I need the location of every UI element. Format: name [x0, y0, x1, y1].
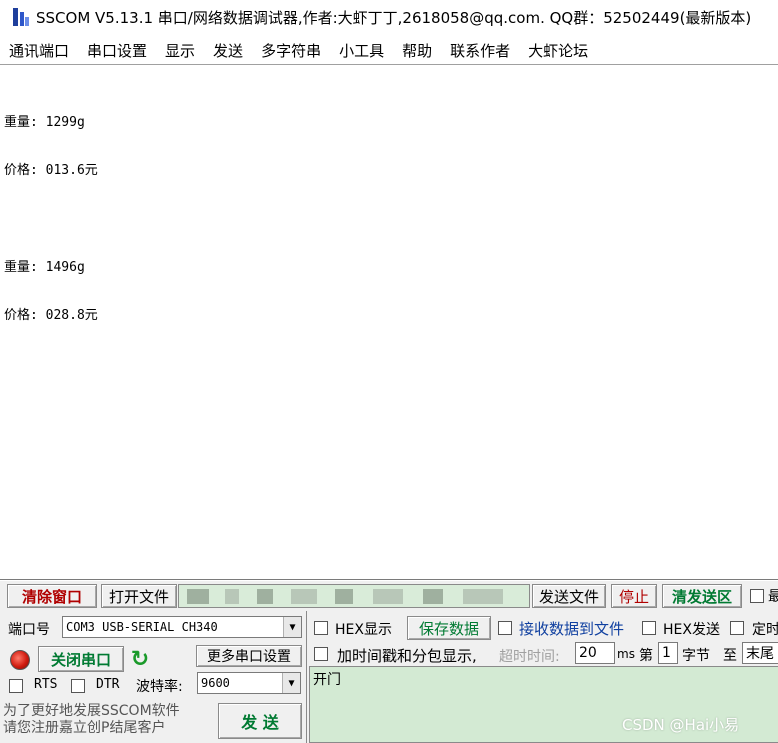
- promo-line: 请您注册嘉立创P结尾客户: [3, 720, 166, 736]
- menu-send[interactable]: 发送: [204, 40, 252, 61]
- stop-button[interactable]: 停止: [611, 584, 657, 608]
- open-file-button[interactable]: 打开文件: [101, 584, 177, 608]
- save-data-button[interactable]: 保存数据: [407, 616, 491, 640]
- more-port-settings-button[interactable]: 更多串口设置: [196, 645, 302, 667]
- receive-line: 价格: 013.6元: [4, 163, 98, 178]
- hex-display-checkbox[interactable]: [314, 621, 328, 635]
- byte-index-prefix: 第: [639, 648, 653, 664]
- byte-index-input[interactable]: 1: [658, 642, 678, 664]
- receive-line: 重量: 1496g: [4, 260, 85, 275]
- watermark: CSDN @Hai小易: [622, 716, 740, 734]
- timeout-input[interactable]: 20: [575, 642, 615, 664]
- menu-comm-port[interactable]: 通讯端口: [0, 40, 78, 61]
- promo-line: 为了更好地发展SSCOM软件: [3, 703, 180, 719]
- port-status-icon: [10, 650, 30, 670]
- file-path-field[interactable]: [178, 584, 530, 608]
- chevron-down-icon[interactable]: ▼: [282, 673, 300, 693]
- send-file-button[interactable]: 发送文件: [532, 584, 606, 608]
- receive-to-file-label: 接收数据到文件: [519, 620, 625, 638]
- baud-label: 波特率:: [136, 679, 183, 695]
- app-icon: [10, 6, 32, 28]
- baud-select-value: 9600: [201, 676, 230, 690]
- dtr-checkbox[interactable]: [71, 679, 85, 693]
- hex-send-label: HEX发送: [663, 622, 720, 638]
- byte-label: 字节: [682, 648, 710, 664]
- receive-line: 重量: 1299g: [4, 115, 85, 130]
- refresh-icon[interactable]: ↻: [128, 648, 152, 672]
- byte-index-value: 1: [662, 645, 671, 661]
- timestamp-label: 加时间戳和分包显示,: [337, 647, 477, 665]
- promo-text: 为了更好地发展SSCOM软件 请您注册嘉立创P结尾客户: [3, 703, 180, 737]
- dtr-label: DTR: [96, 677, 120, 692]
- timed-send-label: 定时: [752, 622, 778, 638]
- menu-multi-string[interactable]: 多字符串: [252, 40, 330, 61]
- file-toolbar: 清除窗口 打开文件 发送文件 停止 清发送区 最: [0, 581, 778, 611]
- title-bar: SSCOM V5.13.1 串口/网络数据调试器,作者:大虾丁丁,2618058…: [0, 0, 778, 34]
- cut-off-checkbox[interactable]: [750, 589, 764, 603]
- chevron-down-icon[interactable]: ▼: [283, 617, 301, 637]
- port-select[interactable]: COM3 USB-SERIAL CH340 ▼: [62, 616, 302, 638]
- menu-contact[interactable]: 联系作者: [441, 40, 519, 61]
- menu-tools[interactable]: 小工具: [330, 40, 393, 61]
- timed-send-checkbox[interactable]: [730, 621, 744, 635]
- timeout-label: 超时时间:: [499, 649, 560, 665]
- window-title: SSCOM V5.13.1 串口/网络数据调试器,作者:大虾丁丁,2618058…: [36, 8, 752, 27]
- receive-to-file-checkbox[interactable]: [498, 621, 512, 635]
- to-label: 至: [723, 648, 737, 664]
- timeout-value: 20: [579, 645, 597, 661]
- cut-off-label: 最: [768, 589, 778, 605]
- port-select-value: COM3 USB-SERIAL CH340: [66, 620, 218, 634]
- rts-checkbox[interactable]: [9, 679, 23, 693]
- rts-label: RTS: [34, 677, 58, 692]
- port-panel: 端口号 COM3 USB-SERIAL CH340 ▼ 关闭串口 ↻ 更多串口设…: [0, 611, 306, 743]
- receive-line: [4, 211, 774, 228]
- ms-label: ms: [617, 647, 635, 661]
- menu-display[interactable]: 显示: [156, 40, 204, 61]
- port-label: 端口号: [8, 622, 50, 638]
- menu-serial-settings[interactable]: 串口设置: [78, 40, 156, 61]
- timestamp-checkbox[interactable]: [314, 647, 328, 661]
- end-select[interactable]: 末尾: [742, 642, 778, 664]
- end-select-value: 末尾: [746, 646, 774, 662]
- menu-bar: 通讯端口 串口设置 显示 发送 多字符串 小工具 帮助 联系作者 大虾论坛: [0, 36, 778, 64]
- receive-line: 价格: 028.8元: [4, 308, 98, 323]
- hex-display-label: HEX显示: [335, 622, 392, 638]
- receive-area[interactable]: 重量: 1299g 价格: 013.6元 重量: 1496g 价格: 028.8…: [0, 64, 778, 580]
- clear-send-button[interactable]: 清发送区: [662, 584, 742, 608]
- hex-send-checkbox[interactable]: [642, 621, 656, 635]
- send-button[interactable]: 发 送: [218, 703, 302, 739]
- clear-window-button[interactable]: 清除窗口: [7, 584, 97, 608]
- send-input-text: 开门: [313, 672, 341, 688]
- menu-help[interactable]: 帮助: [393, 40, 441, 61]
- baud-select[interactable]: 9600 ▼: [197, 672, 301, 694]
- close-port-button[interactable]: 关闭串口: [38, 646, 124, 672]
- menu-forum[interactable]: 大虾论坛: [519, 40, 597, 61]
